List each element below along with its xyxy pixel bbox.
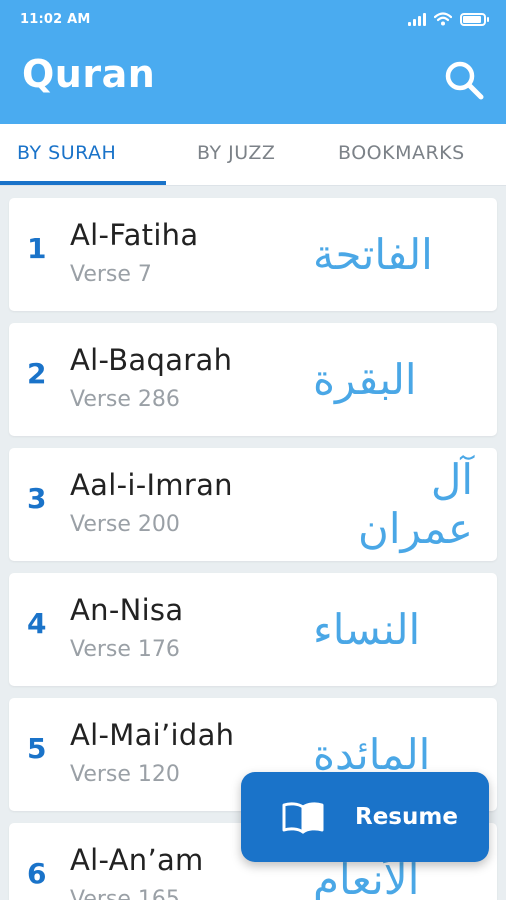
tab-bookmarks[interactable]: BOOKMARKS [338,142,465,164]
surah-name: Al-An’am [70,843,204,877]
search-button[interactable] [442,58,486,102]
surah-list-item[interactable]: 1 Al-Fatiha Verse 7 الفاتحة [9,198,497,311]
surah-number: 3 [27,482,47,515]
surah-arabic-name: النساء [313,604,421,654]
surah-number: 2 [27,357,47,390]
resume-button[interactable]: Resume [241,772,489,862]
tab-bar: BY SURAH BY JUZZ BOOKMARKS [0,124,506,186]
surah-verse-count: Verse 200 [70,512,180,537]
surah-number: 4 [27,607,47,640]
app-bar: 11:02 AM Quran [0,0,506,124]
surah-number: 6 [27,857,47,890]
surah-arabic-name: آل عمران [357,455,473,553]
surah-name: Al-Fatiha [70,218,199,252]
surah-list-item[interactable]: 4 An-Nisa Verse 176 النساء [9,573,497,686]
surah-verse-count: Verse 286 [70,387,180,412]
surah-arabic-name: الفاتحة [313,229,433,279]
surah-name: Al-Mai’idah [70,718,235,752]
surah-arabic-name: البقرة [313,354,417,404]
resume-label: Resume [355,804,458,830]
surah-verse-count: Verse 176 [70,637,180,662]
tab-by-surah[interactable]: BY SURAH [17,142,116,164]
tab-by-juzz[interactable]: BY JUZZ [197,142,275,164]
surah-list-item[interactable]: 2 Al-Baqarah Verse 286 البقرة [9,323,497,436]
surah-verse-count: Verse 165 [70,887,180,900]
surah-list-item[interactable]: 3 Aal-i-Imran Verse 200 آل عمران [9,448,497,561]
status-bar: 11:02 AM [0,0,506,40]
open-book-icon [282,802,324,834]
surah-name: Al-Baqarah [70,343,233,377]
search-icon [445,61,484,100]
surah-name: Aal-i-Imran [70,468,233,502]
status-icons [408,12,489,26]
page-title: Quran [22,52,156,96]
cellular-signal-icon [408,12,426,26]
wifi-icon [434,12,452,26]
active-tab-indicator [0,181,166,185]
surah-verse-count: Verse 7 [70,262,152,287]
surah-number: 1 [27,232,47,265]
surah-verse-count: Verse 120 [70,762,180,787]
battery-icon [460,12,489,26]
surah-name: An-Nisa [70,593,184,627]
surah-number: 5 [27,732,47,765]
status-time: 11:02 AM [20,12,91,27]
